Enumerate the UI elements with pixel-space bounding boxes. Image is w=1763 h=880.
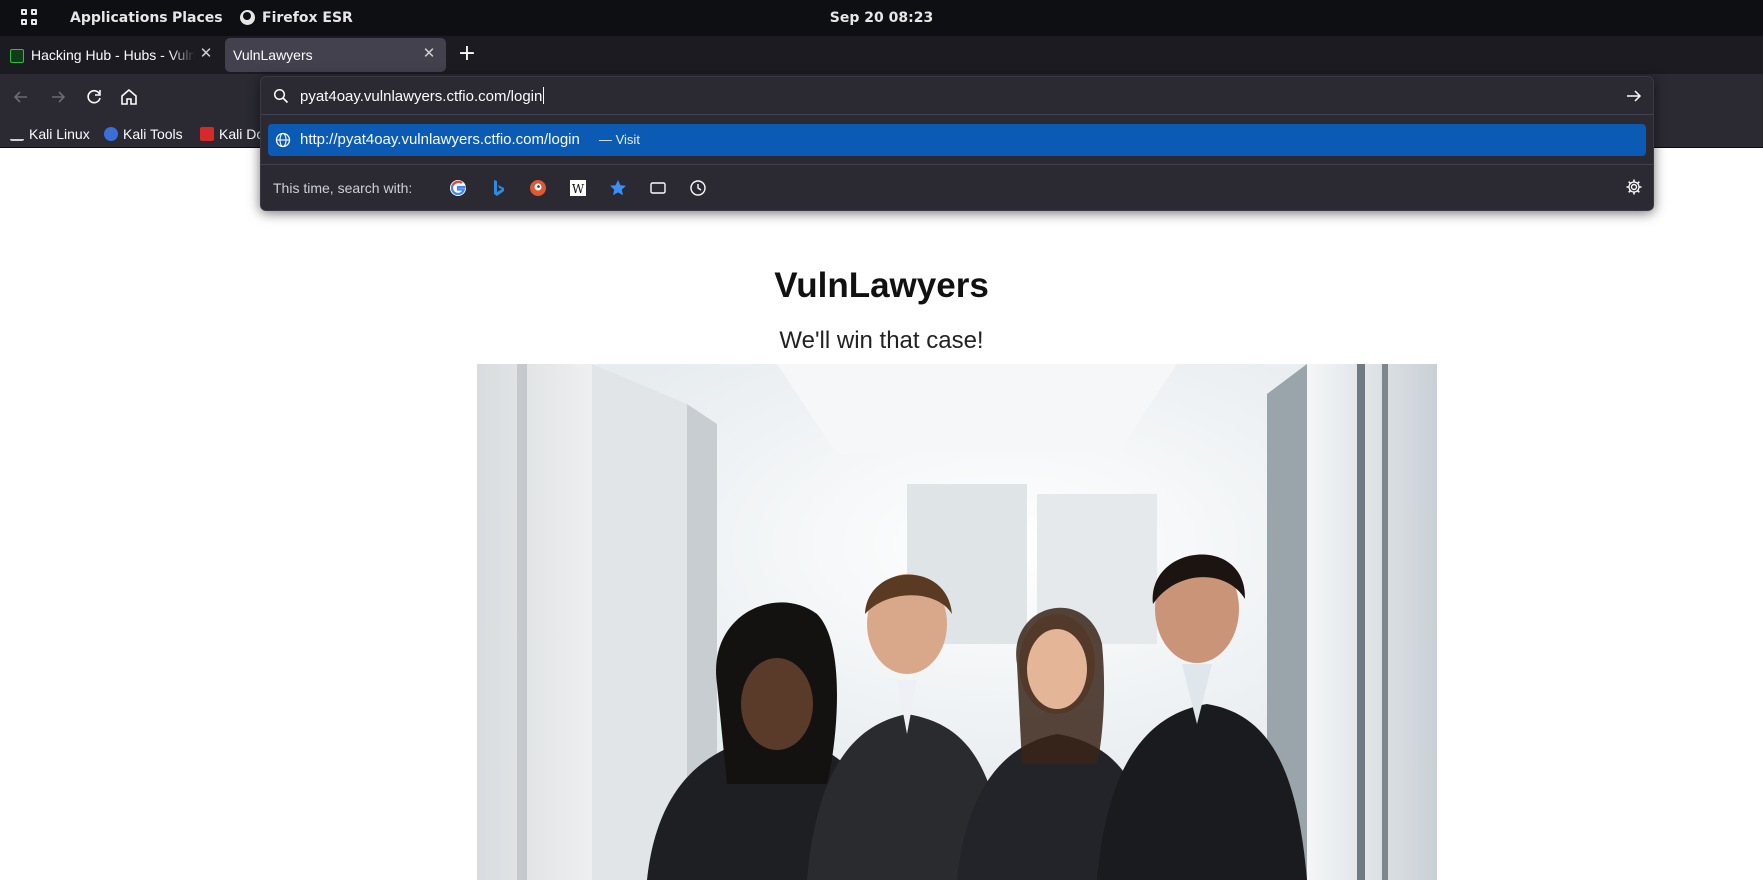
- duckduckgo-icon[interactable]: [528, 178, 548, 198]
- bookmarks-star-icon[interactable]: [608, 178, 628, 198]
- places-menu[interactable]: Places: [172, 9, 223, 27]
- search-icon: [273, 88, 289, 104]
- bing-icon[interactable]: [488, 178, 508, 198]
- bookmark-kali-linux[interactable]: Kali Linux: [10, 125, 90, 143]
- hackinghub-favicon-icon: [10, 49, 24, 63]
- page-tagline: We'll win that case!: [779, 327, 984, 354]
- active-app-label[interactable]: Firefox ESR: [262, 9, 353, 27]
- arrow-right-icon: [52, 91, 66, 103]
- panel-clock[interactable]: Sep 20 08:23: [830, 10, 933, 26]
- back-button[interactable]: [9, 85, 33, 109]
- text-caret: [543, 87, 545, 104]
- address-bar[interactable]: pyat4oay.vulnlawyers.ctfio.com/login: [261, 77, 1653, 115]
- hero-image: [477, 364, 1437, 880]
- top-panel: Applications Places Firefox ESR Sep 20 0…: [0, 0, 1763, 36]
- search-settings-gear-icon[interactable]: [1625, 178, 1643, 196]
- app-grid-icon[interactable]: [21, 9, 39, 27]
- tab-vulnlawyers[interactable]: VulnLawyers ✕: [225, 38, 446, 72]
- url-suggestion-row[interactable]: http://pyat4oay.vulnlawyers.ctfio.com/lo…: [268, 124, 1646, 156]
- tab-hacking-hub[interactable]: Hacking Hub - Hubs - Vuln ✕: [2, 38, 220, 72]
- reload-button[interactable]: [82, 85, 106, 109]
- one-off-search-bar: This time, search with: W: [261, 164, 1653, 211]
- new-tab-button[interactable]: +: [457, 43, 477, 65]
- globe-icon: [275, 132, 291, 148]
- kali-dragon-icon: [10, 127, 24, 141]
- go-arrow-icon[interactable]: [1625, 87, 1643, 105]
- forward-button[interactable]: [46, 85, 70, 109]
- kali-tools-icon: [104, 127, 118, 141]
- home-icon: [121, 88, 137, 105]
- tab-title: VulnLawyers: [233, 47, 313, 63]
- bookmark-kali-tools[interactable]: Kali Tools: [104, 125, 183, 143]
- search-with-label: This time, search with:: [273, 180, 413, 196]
- close-tab-icon[interactable]: ✕: [421, 46, 437, 62]
- page-title: VulnLawyers: [774, 266, 989, 305]
- svg-text:W: W: [572, 182, 585, 196]
- history-clock-icon[interactable]: [688, 178, 708, 198]
- tab-title: Hacking Hub - Hubs - Vuln: [31, 47, 195, 63]
- tab-strip: Hacking Hub - Hubs - Vuln ✕ VulnLawyers …: [0, 36, 1763, 74]
- address-input[interactable]: pyat4oay.vulnlawyers.ctfio.com/login: [300, 87, 545, 105]
- home-button[interactable]: [117, 85, 141, 109]
- kali-docs-icon: [200, 127, 214, 141]
- web-page: VulnLawyers We'll win that case!: [0, 149, 1763, 880]
- suggestion-url: http://pyat4oay.vulnlawyers.ctfio.com/lo…: [300, 131, 580, 148]
- firefox-logo-icon: [240, 10, 255, 25]
- google-icon[interactable]: [448, 178, 468, 198]
- close-tab-icon[interactable]: ✕: [198, 46, 214, 62]
- urlbar-popup: pyat4oay.vulnlawyers.ctfio.com/login htt…: [260, 76, 1654, 211]
- wikipedia-icon[interactable]: W: [568, 178, 588, 198]
- arrow-left-icon: [13, 91, 27, 103]
- reload-icon: [87, 89, 101, 104]
- applications-menu[interactable]: Applications: [70, 9, 168, 27]
- tabs-icon[interactable]: [648, 178, 668, 198]
- suggestion-action: — Visit: [599, 132, 640, 147]
